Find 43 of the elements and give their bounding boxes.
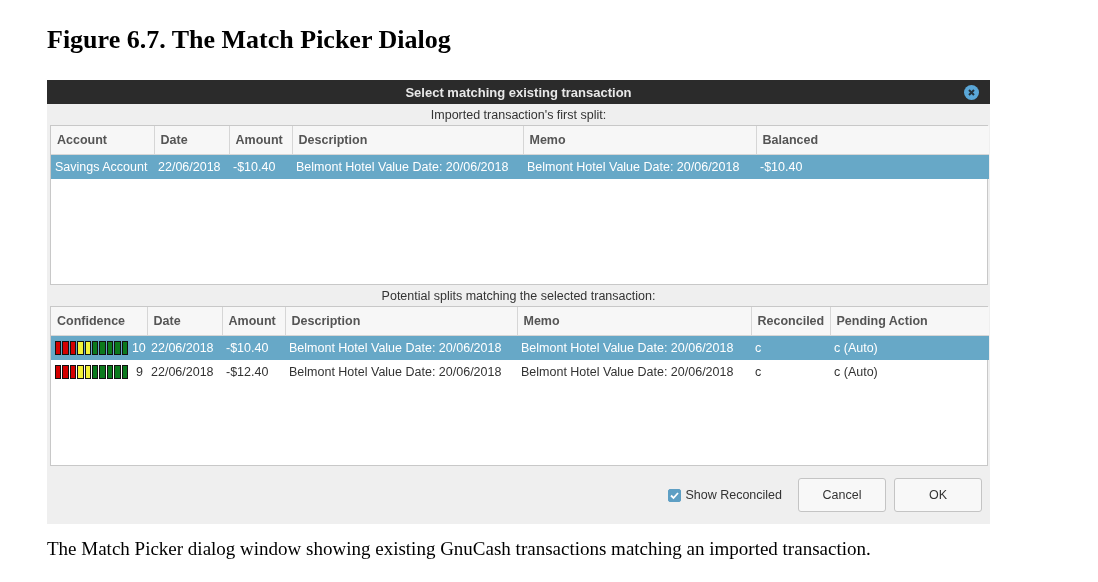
column-header[interactable]: Account [51, 126, 154, 155]
table-cell: -$10.40 [233, 160, 276, 174]
table-cell: Belmont Hotel Value Date: 20/06/2018 [289, 365, 502, 379]
column-header[interactable]: Description [285, 307, 517, 336]
column-header[interactable]: Pending Action [830, 307, 989, 336]
table-cell: c [755, 341, 762, 355]
table-cell: c [755, 365, 762, 379]
column-header[interactable]: Date [154, 126, 229, 155]
table-cell: Savings Account [55, 160, 148, 174]
table-cell: Belmont Hotel Value Date: 20/06/2018 [521, 365, 734, 379]
table-cell: 22/06/2018 [151, 365, 214, 379]
figure-caption: The Match Picker dialog window showing existing GnuCash transactions matching an imported transaction. [47, 538, 872, 560]
confidence-score: 10 [131, 341, 146, 355]
table-row[interactable]: 9 22/06/2018 -$12.40 Belmont Hotel Value Date: 20/06/2018 Belmont Hotel Value Date: 20/06/2018 c c (Auto) [51, 360, 989, 384]
table-cell: 22/06/2018 [151, 341, 214, 355]
column-header[interactable]: Confidence [51, 307, 147, 336]
column-header[interactable]: Reconciled [751, 307, 830, 336]
table-cell: -$10.40 [760, 160, 803, 174]
table-cell: Belmont Hotel Value Date: 20/06/2018 [527, 160, 740, 174]
table-cell: -$12.40 [226, 365, 269, 379]
confidence-score: 9 [135, 365, 143, 379]
figure-heading: Figure 6.7. The Match Picker Dialog [47, 24, 452, 56]
table-cell: -$10.40 [226, 341, 269, 355]
column-header[interactable]: Amount [229, 126, 292, 155]
column-header[interactable]: Description [292, 126, 523, 155]
column-header[interactable]: Memo [517, 307, 751, 336]
column-header[interactable]: Amount [222, 307, 285, 336]
table-cell: Belmont Hotel Value Date: 20/06/2018 [296, 160, 509, 174]
section-label: Imported transaction's first split: [430, 108, 607, 122]
table-cell: 22/06/2018 [158, 160, 221, 174]
dialog-button[interactable]: OK [894, 478, 982, 512]
table-cell: c (Auto) [834, 365, 878, 379]
table-cell: c (Auto) [834, 341, 878, 355]
table-cell: Belmont Hotel Value Date: 20/06/2018 [289, 341, 502, 355]
column-header[interactable]: Memo [523, 126, 756, 155]
section-label: Potential splits matching the selected transaction: [381, 289, 656, 303]
column-header[interactable]: Date [147, 307, 222, 336]
dialog-button[interactable]: Cancel [798, 478, 886, 512]
checkbox[interactable] [668, 488, 682, 502]
close-icon[interactable] [964, 85, 979, 100]
window-title: Select matching existing transaction [405, 84, 632, 100]
column-header[interactable]: Balanced [756, 126, 989, 155]
table-cell: Belmont Hotel Value Date: 20/06/2018 [521, 341, 734, 355]
